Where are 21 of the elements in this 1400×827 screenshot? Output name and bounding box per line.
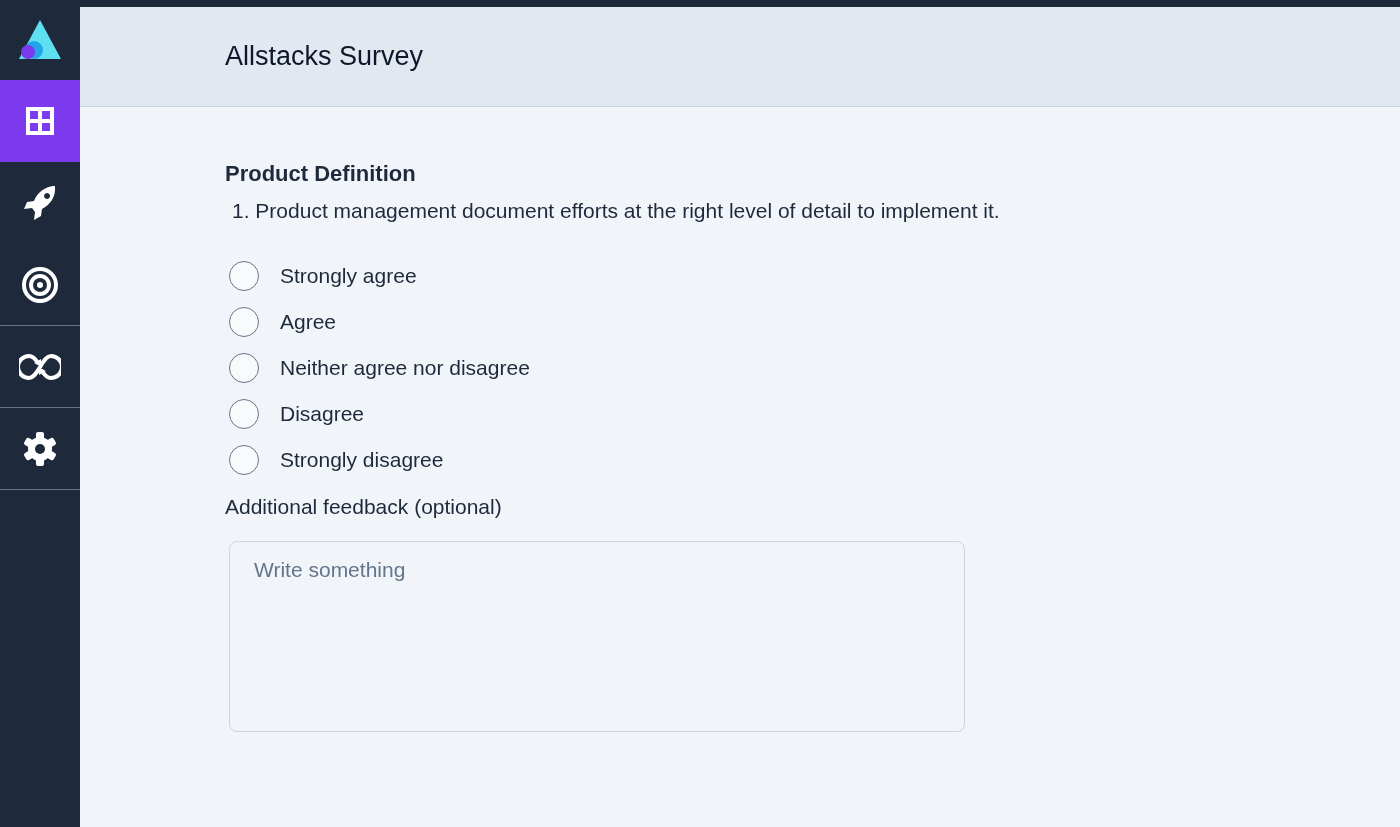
gear-icon [22, 430, 58, 467]
option-label[interactable]: Neither agree nor disagree [280, 356, 530, 380]
radio-button[interactable] [229, 353, 259, 383]
radio-button[interactable] [229, 261, 259, 291]
radio-button[interactable] [229, 445, 259, 475]
question-text: 1. Product management document efforts at the right level of detail to implement it. [232, 199, 1001, 223]
feedback-label: Additional feedback (optional) [225, 495, 503, 519]
loop-icon [19, 352, 61, 381]
option-label[interactable]: Disagree [280, 402, 365, 426]
grid-icon [25, 106, 55, 136]
option-label[interactable]: Strongly disagree [280, 448, 444, 472]
section-title: Product Definition [225, 161, 417, 187]
target-icon [21, 265, 59, 304]
radio-button[interactable] [229, 399, 259, 429]
rocket-icon [23, 185, 57, 221]
page-title: Allstacks Survey [225, 41, 424, 72]
feedback-field[interactable]: Write something [229, 541, 965, 732]
option-label[interactable]: Strongly agree [280, 264, 417, 288]
option-label[interactable]: Agree [280, 310, 337, 334]
logo-icon [18, 19, 62, 61]
radio-button[interactable] [229, 307, 259, 337]
